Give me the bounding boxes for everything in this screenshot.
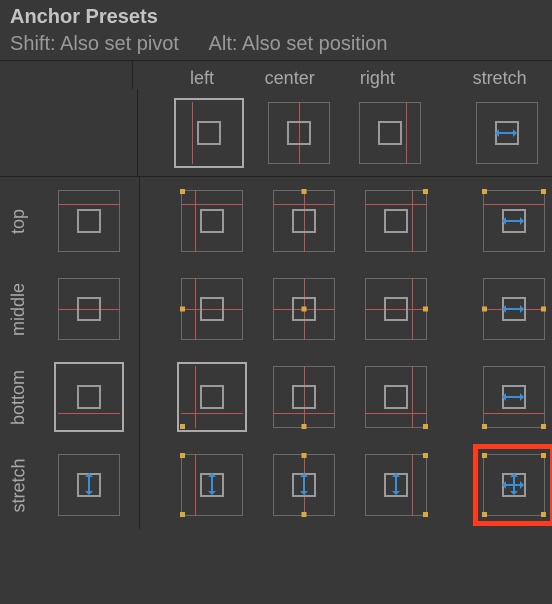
col-ref-left[interactable] [164,89,255,177]
preset-stretch-right[interactable] [350,441,442,529]
row-middle [140,265,552,353]
column-labels: left center right stretch [0,61,552,89]
row-top [140,177,552,265]
row-ref-top[interactable] [38,177,140,265]
col-label-center: center [246,68,334,89]
col-ref-right[interactable] [345,89,436,177]
preset-middle-right[interactable] [350,265,442,353]
shift-hint: Shift: Also set pivot [10,33,179,56]
column-header-row [0,89,552,177]
preset-bottom-stretch[interactable] [468,353,552,441]
preset-bottom-center[interactable] [258,353,350,441]
row-ref-stretch[interactable] [38,441,140,529]
preset-middle-stretch[interactable] [468,265,552,353]
preset-stretch-center[interactable] [258,441,350,529]
alt-hint: Alt: Also set position [209,33,388,56]
preset-top-left[interactable] [166,177,258,265]
preset-top-stretch[interactable] [468,177,552,265]
anchor-presets-popup: Anchor Presets Shift: Also set pivot Alt… [0,0,552,604]
header: Anchor Presets Shift: Also set pivot Alt… [0,0,552,61]
preset-top-center[interactable] [258,177,350,265]
preset-grid: left center right stretch [0,61,552,529]
col-label-right: right [334,68,422,89]
row-label-stretch: stretch [0,441,38,529]
col-label-left: left [158,68,246,89]
preset-middle-center[interactable] [258,265,350,353]
col-label-stretch: stretch [447,68,552,89]
row-bottom [140,353,552,441]
row-ref-middle[interactable] [38,265,140,353]
col-ref-stretch[interactable] [461,89,552,177]
preset-top-right[interactable] [350,177,442,265]
row-ref-bottom[interactable] [38,353,140,441]
popup-title: Anchor Presets [10,6,542,29]
preset-bottom-right[interactable] [350,353,442,441]
popup-subtitle: Shift: Also set pivot Alt: Also set posi… [10,33,542,56]
row-stretch [140,441,552,529]
preset-stretch-stretch[interactable] [468,441,552,529]
row-label-bottom: bottom [0,353,38,441]
preset-stretch-left[interactable] [166,441,258,529]
preset-middle-left[interactable] [166,265,258,353]
row-label-top: top [0,177,38,265]
row-labels: top middle bottom stretch [0,177,38,529]
preset-bottom-left[interactable] [166,353,258,441]
row-label-middle: middle [0,265,38,353]
col-ref-center[interactable] [254,89,345,177]
